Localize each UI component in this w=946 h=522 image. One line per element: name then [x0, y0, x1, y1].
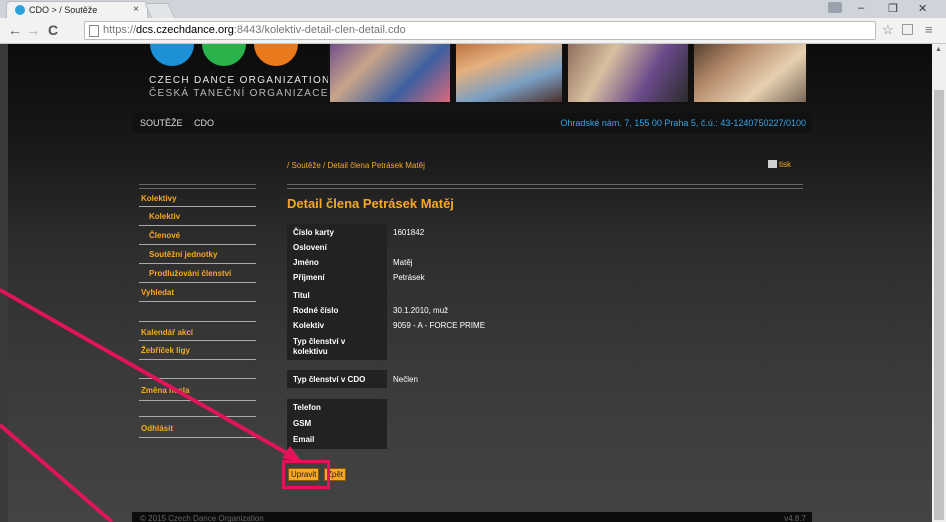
field-label-collective: Kolektiv [293, 321, 325, 330]
sidebar-item-kolektiv[interactable]: Kolektiv [149, 212, 180, 221]
sidebar-separator [139, 282, 256, 283]
sidebar-separator [139, 416, 256, 417]
brand-line-en: CZECH DANCE ORGANIZATION [149, 75, 331, 86]
field-value-card-number: 1601842 [393, 228, 425, 237]
browser-menu-icon[interactable]: ≡ [925, 22, 933, 37]
new-tab-button[interactable] [144, 3, 176, 19]
field-label-title: Titul [293, 291, 310, 300]
scroll-up-arrow-icon[interactable]: ▲ [935, 46, 942, 53]
sidebar-divider [139, 184, 256, 189]
sidebar-item-zmena-hesla[interactable]: Změna hesla [141, 386, 189, 395]
logo-circle-green [202, 44, 246, 66]
field-label-gsm: GSM [293, 419, 312, 428]
sidebar-item-zebricek-ligy[interactable]: Žebříček ligy [141, 346, 190, 355]
cdo-logo [150, 44, 310, 70]
print-label: tisk [779, 160, 791, 169]
page-icon [89, 25, 99, 37]
breadcrumb[interactable]: / Soutěže / Detail člena Petrásek Matěj [287, 161, 425, 170]
maximize-button[interactable]: ❐ [888, 2, 898, 15]
page-viewport: CZECH DANCE ORGANIZATION ČESKÁ TANEČNÍ O… [8, 44, 932, 522]
tab-title: CDO > / Soutěže [29, 5, 98, 15]
page-footer: © 2015 Czech Dance Organization v4.8.7 [132, 512, 812, 522]
field-label-email: Email [293, 435, 315, 444]
cdo-favicon-icon [15, 5, 25, 15]
sidebar-item-vyhledat[interactable]: Vyhledat [141, 288, 174, 297]
field-label-cdo-type: Typ členství v CDO [293, 375, 366, 384]
sidebar-item-clenove[interactable]: Členové [149, 231, 180, 240]
page-scrollbar[interactable]: ▲ [932, 44, 946, 522]
sidebar-separator [139, 400, 256, 401]
field-label-phone: Telefon [293, 403, 321, 412]
scrollbar-thumb[interactable] [934, 90, 944, 520]
tab-close-icon[interactable]: × [133, 4, 139, 15]
field-value-last-name: Petrásek [393, 273, 425, 282]
org-address: Ohradské nám. 7, 155 00 Praha 5, č.ú.: 4… [560, 118, 806, 128]
url-path: :8443/kolektiv-detail-clen-detail.cdo [233, 24, 406, 36]
footer-version: v4.8.7 [784, 514, 806, 522]
minimize-button[interactable]: – [858, 2, 864, 14]
sidebar-item-soutezni-jednotky[interactable]: Soutěžní jednotky [149, 250, 217, 259]
browser-tab-strip: CDO > / Soutěže × – ❐ ✕ [0, 0, 946, 19]
printer-icon [768, 160, 777, 168]
sidebar-separator [139, 321, 256, 322]
content-divider [287, 184, 803, 189]
url-scheme: https:// [103, 24, 137, 36]
top-nav: SOUTĚŽE CDO Ohradské nám. 7, 155 00 Prah… [132, 113, 812, 133]
field-label-salutation: Oslovení [293, 243, 327, 252]
field-value-first-name: Matěj [393, 258, 413, 267]
logo-circle-orange [254, 44, 298, 66]
field-label-card-number: Číslo karty [293, 228, 334, 237]
brand-name: CZECH DANCE ORGANIZATION ČESKÁ TANEČNÍ O… [149, 74, 331, 100]
bookmark-star-icon[interactable]: ☆ [882, 22, 894, 38]
print-link[interactable]: tisk [768, 160, 791, 169]
footer-copyright: © 2015 Czech Dance Organization [140, 514, 264, 522]
sidebar-item-prodluzovani-clenstvi[interactable]: Prodlužování členství [149, 269, 231, 278]
field-label-membership-type: Typ členství v kolektivu [293, 337, 346, 356]
close-window-button[interactable]: ✕ [918, 2, 927, 15]
sidebar-item-kalendar-akci[interactable]: Kalendář akcí [141, 328, 193, 337]
reload-button[interactable]: C [48, 22, 58, 38]
sidebar-separator [139, 437, 256, 438]
header-photo-2 [454, 44, 564, 104]
field-label-birth-number: Rodné číslo [293, 306, 339, 315]
header-photo-1 [328, 44, 452, 104]
brand-line-cz: ČESKÁ TANEČNÍ ORGANIZACE [149, 88, 329, 99]
browser-tab[interactable]: CDO > / Soutěže × [6, 1, 148, 19]
sidebar-separator [139, 225, 256, 226]
sidebar-separator [139, 301, 256, 302]
annotation-highlight-box [282, 460, 330, 489]
field-label-first-name: Jméno [293, 258, 319, 267]
sidebar-item-odhlasit[interactable]: Odhlásit [141, 424, 173, 433]
header-photo-3 [566, 44, 690, 104]
sidebar-separator [139, 263, 256, 264]
sidebar-separator [139, 206, 256, 207]
logo-circle-blue [150, 44, 194, 66]
header-photo-4 [692, 44, 808, 104]
sidebar-separator [139, 378, 256, 379]
page-title: Detail člena Petrásek Matěj [287, 196, 454, 211]
forward-button[interactable]: → [26, 22, 40, 38]
address-bar[interactable]: https://dcs.czechdance.org:8443/kolektiv… [84, 21, 876, 40]
nav-soutěže[interactable]: SOUTĚŽE [140, 118, 183, 128]
field-value-birth-number: 30.1.2010, muž [393, 306, 449, 315]
extension-icon[interactable] [902, 24, 913, 35]
sidebar-separator [139, 244, 256, 245]
sidebar-separator [139, 340, 256, 341]
nav-cdo[interactable]: CDO [194, 118, 214, 128]
field-value-cdo-type: Nečlen [393, 375, 418, 384]
sidebar-separator [139, 359, 256, 360]
back-button[interactable]: ← [8, 22, 22, 38]
browser-toolbar: ← → C https://dcs.czechdance.org:8443/ko… [0, 18, 946, 44]
field-value-collective: 9059 - A - FORCE PRIME [393, 321, 486, 330]
url-host: dcs.czechdance.org [136, 24, 234, 36]
profile-icon[interactable] [828, 2, 842, 13]
sidebar-item-kolektivy[interactable]: Kolektivy [141, 194, 177, 203]
field-label-last-name: Příjmení [293, 273, 325, 282]
